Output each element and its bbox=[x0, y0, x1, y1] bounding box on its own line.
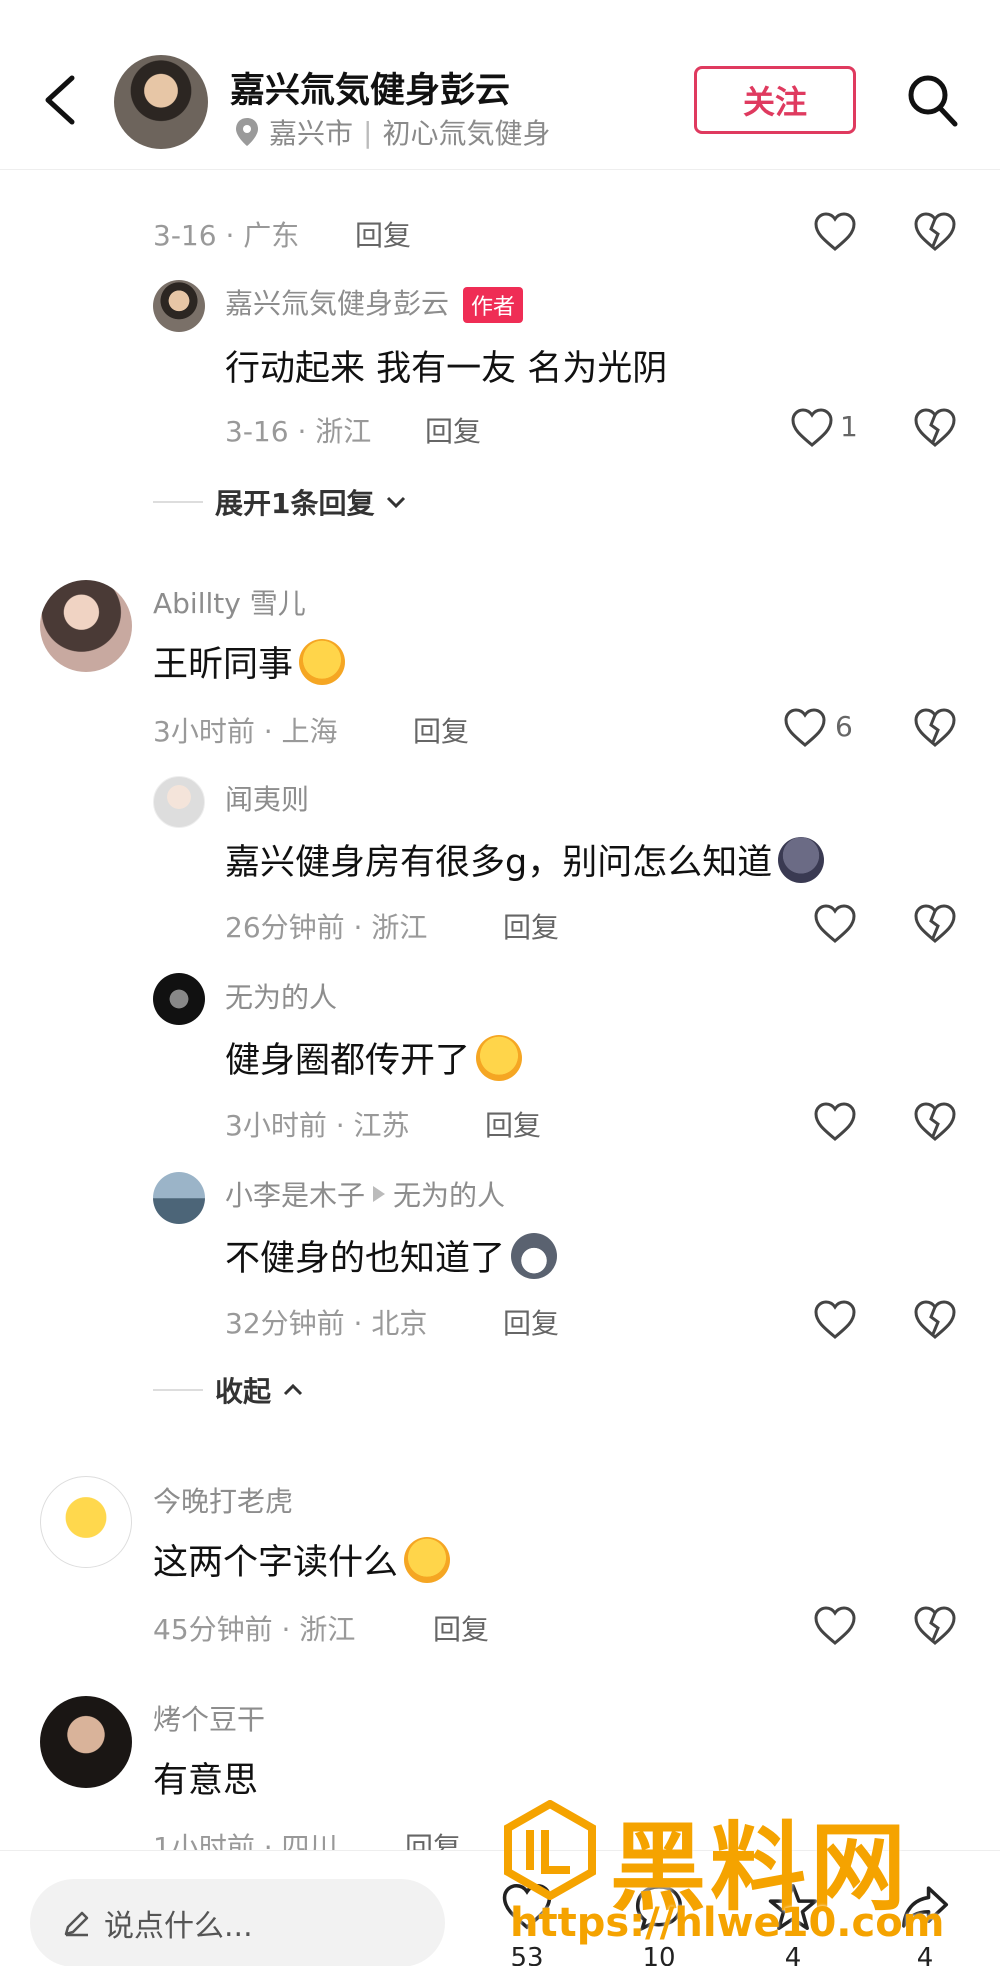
comment-text: 王昕同事 bbox=[153, 636, 346, 687]
author-location: 嘉兴市 | 初心氚気健身 bbox=[235, 112, 550, 152]
like-icon[interactable] bbox=[783, 706, 827, 750]
comment-bubble-icon bbox=[635, 1885, 683, 1932]
reply-author-name[interactable]: 嘉兴氚気健身彭云 作者 bbox=[225, 282, 524, 323]
laugh-cry-emoji-icon bbox=[299, 638, 346, 685]
like-count: 6 bbox=[835, 710, 853, 743]
expand-label: 展开1条回复 bbox=[215, 487, 375, 520]
back-arrow-icon[interactable] bbox=[38, 70, 82, 130]
comment-input-placeholder: 说点什么... bbox=[104, 1909, 253, 1944]
comment-meta: 45分钟前 · 浙江 bbox=[153, 1613, 356, 1646]
chevron-up-icon bbox=[283, 1383, 303, 1396]
dislike-icon[interactable] bbox=[913, 210, 957, 254]
chevron-down-icon bbox=[387, 496, 406, 509]
like-icon[interactable] bbox=[813, 210, 857, 254]
collapse-replies-button[interactable]: 收起 bbox=[153, 1370, 303, 1410]
comment-text: 有意思 bbox=[153, 1761, 259, 1801]
dislike-icon[interactable] bbox=[913, 1604, 957, 1648]
like-icon[interactable] bbox=[813, 1604, 857, 1648]
heart-icon bbox=[502, 1883, 552, 1930]
comment-input[interactable]: 说点什么... bbox=[30, 1879, 445, 1966]
like-count: 1 bbox=[840, 410, 858, 443]
comment-meta: 3-16 · 广东 bbox=[153, 219, 300, 252]
divider bbox=[153, 1389, 203, 1391]
gym-label: 初心氚気健身 bbox=[382, 117, 551, 150]
reply-meta: 26分钟前 · 浙江 bbox=[225, 911, 428, 944]
like-icon[interactable] bbox=[813, 1100, 857, 1144]
reply-meta: 3-16 · 浙江 bbox=[225, 415, 372, 448]
reply-avatar[interactable] bbox=[153, 280, 205, 332]
star-icon bbox=[768, 1883, 818, 1931]
bottom-action-bar: 说点什么... 53 10 4 4 bbox=[0, 1850, 1000, 1966]
dislike-icon[interactable] bbox=[913, 706, 957, 750]
reply-avatar[interactable] bbox=[153, 1172, 205, 1224]
reply-button[interactable]: 回复 bbox=[433, 1608, 489, 1648]
author-tag: 作者 bbox=[463, 287, 524, 323]
reply-text: 行动起来 我有一友 名为光阴 bbox=[225, 349, 668, 389]
comment-action[interactable]: 10 bbox=[614, 1881, 704, 1966]
laugh-cry-emoji-icon bbox=[476, 1034, 523, 1081]
share-icon bbox=[901, 1886, 949, 1928]
share-total: 4 bbox=[916, 1943, 934, 1966]
dislike-icon[interactable] bbox=[913, 1298, 957, 1342]
follow-button[interactable]: 关注 bbox=[694, 66, 856, 134]
reply-meta: 3小时前 · 江苏 bbox=[225, 1109, 410, 1142]
favorite-action[interactable]: 4 bbox=[748, 1881, 838, 1966]
location-pin-icon bbox=[236, 118, 258, 146]
comment-author-name[interactable]: 今晚打老虎 bbox=[153, 1480, 293, 1520]
author-name[interactable]: 嘉兴氚気健身彭云 bbox=[230, 62, 510, 113]
separator: | bbox=[363, 115, 373, 149]
like-icon[interactable] bbox=[813, 902, 857, 946]
comment-text: 这两个字读什么 bbox=[153, 1534, 451, 1585]
reply-avatar[interactable] bbox=[153, 776, 205, 828]
reply-button[interactable]: 回复 bbox=[355, 214, 411, 254]
husky-emoji-icon bbox=[511, 1232, 558, 1279]
reply-to-arrow-icon bbox=[373, 1186, 386, 1202]
laugh-cry-emoji-icon bbox=[404, 1536, 451, 1583]
comment-author-name[interactable]: 烤个豆干 bbox=[153, 1698, 265, 1738]
comment-author-name[interactable]: Abillty 雪儿 bbox=[153, 582, 306, 622]
reply-author-name[interactable]: 闻夷则 bbox=[225, 778, 309, 818]
author-avatar[interactable] bbox=[114, 55, 208, 149]
dark-face-emoji-icon bbox=[778, 836, 825, 883]
collapse-label: 收起 bbox=[215, 1375, 272, 1408]
reply-button[interactable]: 回复 bbox=[413, 710, 469, 750]
share-action[interactable]: 4 bbox=[880, 1881, 970, 1966]
reply-text: 嘉兴健身房有很多g，别问怎么知道 bbox=[225, 834, 825, 885]
dislike-icon[interactable] bbox=[913, 406, 957, 450]
profile-header: 嘉兴氚気健身彭云 嘉兴市 | 初心氚気健身 关注 bbox=[0, 0, 1000, 170]
comment-avatar[interactable] bbox=[40, 580, 132, 672]
like-total: 53 bbox=[510, 1943, 544, 1966]
reply-text: 不健身的也知道了 bbox=[225, 1230, 558, 1281]
reply-to-name: 无为的人 bbox=[393, 1179, 506, 1212]
reply-text: 健身圈都传开了 bbox=[225, 1032, 523, 1083]
pencil-icon bbox=[64, 1911, 89, 1937]
search-icon[interactable] bbox=[904, 70, 960, 130]
dislike-icon[interactable] bbox=[913, 1100, 957, 1144]
reply-button[interactable]: 回复 bbox=[503, 906, 559, 946]
like-icon[interactable] bbox=[790, 406, 834, 450]
comment-total: 10 bbox=[642, 1943, 676, 1966]
reply-meta: 32分钟前 · 北京 bbox=[225, 1307, 428, 1340]
reply-button[interactable]: 回复 bbox=[425, 410, 481, 450]
comment-meta: 3小时前 · 上海 bbox=[153, 715, 338, 748]
comment-avatar[interactable] bbox=[40, 1476, 132, 1568]
favorite-total: 4 bbox=[784, 1943, 802, 1966]
reply-button[interactable]: 回复 bbox=[485, 1104, 541, 1144]
like-action[interactable]: 53 bbox=[482, 1881, 572, 1966]
reply-author-name[interactable]: 无为的人 bbox=[225, 976, 337, 1016]
comment-avatar[interactable] bbox=[40, 1696, 132, 1788]
like-icon[interactable] bbox=[813, 1298, 857, 1342]
dislike-icon[interactable] bbox=[913, 902, 957, 946]
city-label: 嘉兴市 bbox=[269, 117, 354, 150]
reply-avatar[interactable] bbox=[153, 973, 205, 1025]
expand-replies-button[interactable]: 展开1条回复 bbox=[153, 482, 406, 522]
reply-button[interactable]: 回复 bbox=[503, 1302, 559, 1342]
divider bbox=[153, 501, 203, 503]
reply-author-name[interactable]: 小李是木子 无为的人 bbox=[225, 1174, 505, 1214]
